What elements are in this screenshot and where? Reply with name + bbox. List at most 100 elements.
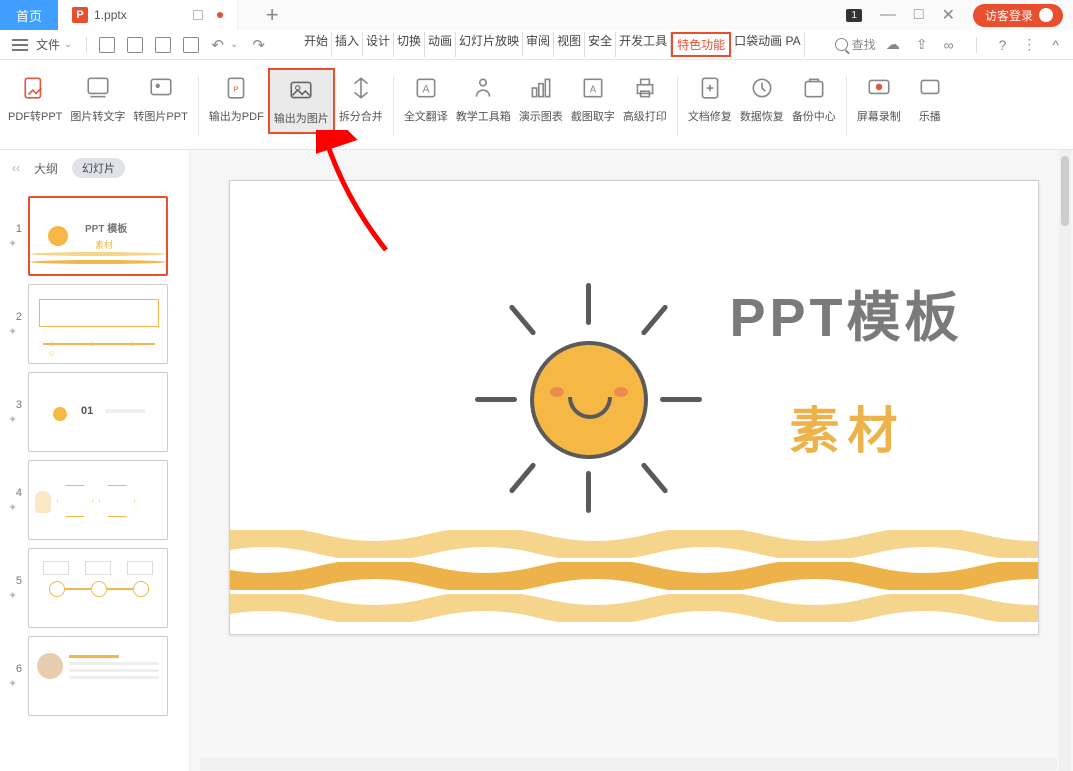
thumb-row-4[interactable]: 4✦ xyxy=(0,456,189,544)
tab-pocket-anim[interactable]: 口袋动画 PA xyxy=(731,32,804,57)
undo-icon[interactable]: ↶ xyxy=(211,36,224,54)
search-icon xyxy=(835,38,848,51)
home-tab[interactable]: 首页 xyxy=(0,0,58,30)
ribbon-split-merge[interactable]: 拆分合并 xyxy=(335,68,387,130)
ribbon-doc-repair[interactable]: 文档修复 xyxy=(684,68,736,130)
print-icon[interactable] xyxy=(155,37,171,53)
bar-shape xyxy=(105,409,145,413)
outline-tab[interactable]: 大纲 xyxy=(34,160,58,177)
ribbon-chart[interactable]: 演示图表 xyxy=(515,68,567,130)
doc-repair-icon xyxy=(696,74,724,102)
svg-text:P: P xyxy=(234,84,239,93)
search-box[interactable]: 查找 xyxy=(835,36,876,53)
hex-shape xyxy=(57,485,93,517)
close-button[interactable]: ✕ xyxy=(942,5,955,25)
ribbon-print[interactable]: 高级打印 xyxy=(619,68,671,130)
tab-special[interactable]: 特色功能 xyxy=(671,32,731,57)
backup-icon xyxy=(800,74,828,102)
link-icon[interactable]: ∞ xyxy=(944,37,954,53)
share-icon[interactable]: ⇪ xyxy=(916,36,928,53)
slide-number: 2 xyxy=(8,311,22,323)
minimize-button[interactable]: — xyxy=(880,6,896,24)
ribbon-teaching-tools[interactable]: 教学工具箱 xyxy=(452,68,515,130)
ribbon-cast[interactable]: 乐播 xyxy=(905,68,955,130)
hamburger-icon[interactable] xyxy=(12,39,28,51)
undo-chevron-icon[interactable]: ⌄ xyxy=(230,39,238,50)
slides-tab[interactable]: 幻灯片 xyxy=(72,158,125,178)
ribbon-screen-record[interactable]: 屏幕录制 xyxy=(853,68,905,130)
ribbon-to-img-ppt[interactable]: 转图片PPT xyxy=(129,68,191,130)
tab-security[interactable]: 安全 xyxy=(585,32,616,57)
new-tab-button[interactable]: + xyxy=(258,2,287,28)
ribbon-export-pdf[interactable]: P输出为PDF xyxy=(205,68,268,130)
slide-canvas-area: PPT模板 素材 xyxy=(190,150,1073,771)
thumb-row-5[interactable]: 5✦ xyxy=(0,544,189,632)
collapse-icon[interactable]: ‹‹ xyxy=(12,161,20,175)
tab-transition[interactable]: 切换 xyxy=(394,32,425,57)
star-icon: ✦ xyxy=(8,325,22,338)
preview-icon[interactable] xyxy=(183,37,199,53)
tab-review[interactable]: 审阅 xyxy=(523,32,554,57)
thumbnail-2[interactable] xyxy=(28,284,168,364)
panel-header: ‹‹ 大纲 幻灯片 xyxy=(0,150,189,186)
save-icon[interactable] xyxy=(99,37,115,53)
chart-icon xyxy=(527,74,555,102)
thumbnail-4[interactable] xyxy=(28,460,168,540)
avatar-shape xyxy=(37,653,63,679)
redo-icon[interactable]: ↷ xyxy=(252,36,265,54)
ribbon-export-image[interactable]: 输出为图片 xyxy=(268,68,335,134)
tab-window-icon[interactable] xyxy=(193,10,203,20)
login-button[interactable]: 访客登录 xyxy=(973,4,1063,27)
export-image-icon xyxy=(287,76,315,104)
tab-view[interactable]: 视图 xyxy=(554,32,585,57)
ribbon-label: 屏幕录制 xyxy=(857,108,901,124)
slide-canvas[interactable]: PPT模板 素材 xyxy=(229,180,1039,635)
sun-shape xyxy=(53,407,67,421)
cloud-icon[interactable]: ☁ xyxy=(886,36,900,53)
chevron-down-icon[interactable]: ⌄ xyxy=(64,39,72,50)
thumbnail-3[interactable]: 01 xyxy=(28,372,168,452)
tab-insert[interactable]: 插入 xyxy=(332,32,363,57)
ribbon: PDF转PPT 图片转文字 转图片PPT P输出为PDF 输出为图片 拆分合并 … xyxy=(0,60,1073,150)
ribbon-pdf-to-ppt[interactable]: PDF转PPT xyxy=(4,68,66,130)
thumb-row-3[interactable]: 3✦ 01 xyxy=(0,368,189,456)
ribbon-translate[interactable]: A全文翻译 xyxy=(400,68,452,130)
tab-start[interactable]: 开始 xyxy=(301,32,332,57)
save-as-icon[interactable] xyxy=(127,37,143,53)
ribbon-backup[interactable]: 备份中心 xyxy=(788,68,840,130)
ribbon-label: 输出为图片 xyxy=(274,110,329,126)
thumb-row-2[interactable]: 2✦ xyxy=(0,280,189,368)
tab-animation[interactable]: 动画 xyxy=(425,32,456,57)
cheek xyxy=(550,387,564,397)
translate-icon: A xyxy=(412,74,440,102)
ribbon-ocr[interactable]: A截图取字 xyxy=(567,68,619,130)
maximize-button[interactable]: □ xyxy=(914,6,924,24)
img-to-text-icon xyxy=(84,74,112,102)
thumbnail-1[interactable]: PPT 模板 素材 xyxy=(28,196,168,276)
horizontal-scrollbar[interactable] xyxy=(200,758,1057,770)
ribbon-label: 高级打印 xyxy=(623,108,667,124)
more-icon[interactable]: ⋮ xyxy=(1022,36,1036,53)
collapse-ribbon-icon[interactable]: ^ xyxy=(1052,37,1059,53)
thumbnail-6[interactable] xyxy=(28,636,168,716)
tab-devtools[interactable]: 开发工具 xyxy=(616,32,671,57)
thumb-row-6[interactable]: 6✦ xyxy=(0,632,189,720)
sun-ray xyxy=(586,471,591,513)
scroll-thumb[interactable] xyxy=(1061,156,1069,226)
login-label: 访客登录 xyxy=(985,7,1033,24)
content-area: ‹‹ 大纲 幻灯片 1✦ PPT 模板 素材 2✦ 3✦ 01 xyxy=(0,150,1073,771)
slide-number: 3 xyxy=(8,399,22,411)
thumbnail-5[interactable] xyxy=(28,548,168,628)
ribbon-label: 转图片PPT xyxy=(133,108,187,124)
file-tab[interactable]: 1.pptx xyxy=(58,0,238,30)
ribbon-data-recover[interactable]: 数据恢复 xyxy=(736,68,788,130)
notif-badge[interactable]: 1 xyxy=(846,9,862,22)
split-merge-icon xyxy=(347,74,375,102)
help-icon[interactable]: ? xyxy=(999,37,1007,53)
tab-design[interactable]: 设计 xyxy=(363,32,394,57)
ribbon-img-to-text[interactable]: 图片转文字 xyxy=(66,68,129,130)
tab-slideshow[interactable]: 幻灯片放映 xyxy=(456,32,523,57)
file-menu[interactable]: 文件 xyxy=(36,36,60,53)
vertical-scrollbar[interactable] xyxy=(1059,150,1071,771)
thumb-row-1[interactable]: 1✦ PPT 模板 素材 xyxy=(0,192,189,280)
